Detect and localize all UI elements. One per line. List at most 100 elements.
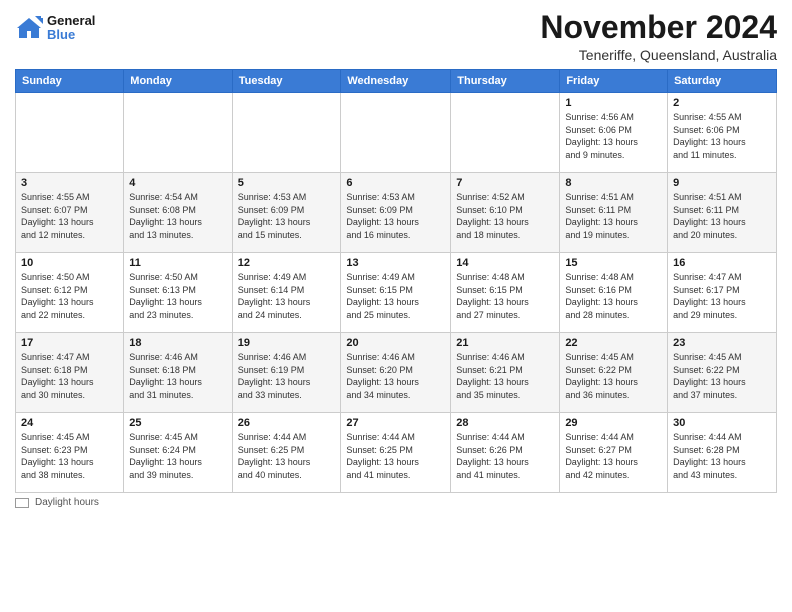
calendar-cell <box>232 93 341 173</box>
calendar-cell: 2Sunrise: 4:55 AM Sunset: 6:06 PM Daylig… <box>668 93 777 173</box>
calendar-cell: 19 Sunrise: 4:46 AM Sunset: 6:19 PM Dayli… <box>232 333 341 413</box>
calendar-cell: 29Sunrise: 4:44 AM Sunset: 6:27 PM Dayli… <box>560 413 668 493</box>
calendar-cell: 9 Sunrise: 4:51 AM Sunset: 6:11 PM Daylig… <box>668 173 777 253</box>
calendar-cell: 24 Sunrise: 4:45 AM Sunset: 6:23 PM Dayli… <box>16 413 124 493</box>
day-info: Sunrise: 4:54 AM Sunset: 6:08 PM Dayligh… <box>129 191 226 241</box>
col-friday: Friday <box>560 70 668 93</box>
col-sunday: Sunday <box>16 70 124 93</box>
logo-line2: Blue <box>47 27 75 42</box>
calendar-cell: 12Sunrise: 4:49 AM Sunset: 6:14 PM Dayli… <box>232 253 341 333</box>
day-number: 12 <box>238 257 336 269</box>
day-number: 7 <box>456 177 554 189</box>
col-tuesday: Tuesday <box>232 70 341 93</box>
day-number: 1 <box>565 97 662 109</box>
calendar-cell <box>124 93 232 173</box>
day-info: Sunrise: 4:55 AM Sunset: 6:07 PM Dayligh… <box>21 191 118 241</box>
col-thursday: Thursday <box>451 70 560 93</box>
day-info: Sunrise: 4:49 AM Sunset: 6:15 PM Dayligh… <box>346 271 445 321</box>
day-info: Sunrise: 4:44 AM Sunset: 6:25 PM Dayligh… <box>346 431 445 481</box>
calendar-cell: 4 Sunrise: 4:54 AM Sunset: 6:08 PM Daylig… <box>124 173 232 253</box>
day-info: Sunrise: 4:51 AM Sunset: 6:11 PM Dayligh… <box>673 191 771 241</box>
subtitle: Teneriffe, Queensland, Australia <box>540 47 777 63</box>
calendar-table: Sunday Monday Tuesday Wednesday Thursday… <box>15 69 777 493</box>
calendar-cell: 23Sunrise: 4:45 AM Sunset: 6:22 PM Dayli… <box>668 333 777 413</box>
day-info: Sunrise: 4:55 AM Sunset: 6:06 PM Dayligh… <box>673 111 771 161</box>
calendar-week-1: 1 Sunrise: 4:56 AM Sunset: 6:06 PM Daylig… <box>16 93 777 173</box>
calendar-cell: 15Sunrise: 4:48 AM Sunset: 6:16 PM Dayli… <box>560 253 668 333</box>
header: General Blue November 2024 Teneriffe, Qu… <box>15 10 777 63</box>
day-number: 23 <box>673 337 771 349</box>
day-number: 20 <box>346 337 445 349</box>
calendar-week-5: 24 Sunrise: 4:45 AM Sunset: 6:23 PM Dayli… <box>16 413 777 493</box>
day-info: Sunrise: 4:44 AM Sunset: 6:25 PM Dayligh… <box>238 431 336 481</box>
day-info: Sunrise: 4:56 AM Sunset: 6:06 PM Dayligh… <box>565 111 662 161</box>
day-info: Sunrise: 4:45 AM Sunset: 6:23 PM Dayligh… <box>21 431 118 481</box>
title-section: November 2024 Teneriffe, Queensland, Aus… <box>540 10 777 63</box>
calendar-cell: 6Sunrise: 4:53 AM Sunset: 6:09 PM Daylig… <box>341 173 451 253</box>
calendar-week-2: 3 Sunrise: 4:55 AM Sunset: 6:07 PM Daylig… <box>16 173 777 253</box>
calendar-cell: 1 Sunrise: 4:56 AM Sunset: 6:06 PM Daylig… <box>560 93 668 173</box>
day-number: 13 <box>346 257 445 269</box>
day-number: 3 <box>21 177 118 189</box>
day-number: 4 <box>129 177 226 189</box>
day-number: 8 <box>565 177 662 189</box>
col-saturday: Saturday <box>668 70 777 93</box>
day-number: 26 <box>238 417 336 429</box>
calendar-cell: 3 Sunrise: 4:55 AM Sunset: 6:07 PM Daylig… <box>16 173 124 253</box>
day-info: Sunrise: 4:48 AM Sunset: 6:16 PM Dayligh… <box>565 271 662 321</box>
main-title: November 2024 <box>540 10 777 45</box>
day-info: Sunrise: 4:52 AM Sunset: 6:10 PM Dayligh… <box>456 191 554 241</box>
calendar-cell <box>451 93 560 173</box>
day-info: Sunrise: 4:51 AM Sunset: 6:11 PM Dayligh… <box>565 191 662 241</box>
day-number: 21 <box>456 337 554 349</box>
footer-box <box>15 498 29 508</box>
logo-text: General Blue <box>47 14 95 43</box>
day-number: 16 <box>673 257 771 269</box>
day-info: Sunrise: 4:46 AM Sunset: 6:21 PM Dayligh… <box>456 351 554 401</box>
day-number: 25 <box>129 417 226 429</box>
day-info: Sunrise: 4:45 AM Sunset: 6:24 PM Dayligh… <box>129 431 226 481</box>
calendar-cell: 26 Sunrise: 4:44 AM Sunset: 6:25 PM Dayli… <box>232 413 341 493</box>
logo-icon <box>15 14 43 42</box>
footer-label: Daylight hours <box>35 497 99 508</box>
day-number: 14 <box>456 257 554 269</box>
calendar-week-4: 17Sunrise: 4:47 AM Sunset: 6:18 PM Dayli… <box>16 333 777 413</box>
calendar-cell: 22Sunrise: 4:45 AM Sunset: 6:22 PM Dayli… <box>560 333 668 413</box>
calendar-cell: 28Sunrise: 4:44 AM Sunset: 6:26 PM Dayli… <box>451 413 560 493</box>
calendar-cell: 27Sunrise: 4:44 AM Sunset: 6:25 PM Dayli… <box>341 413 451 493</box>
day-info: Sunrise: 4:46 AM Sunset: 6:19 PM Dayligh… <box>238 351 336 401</box>
day-number: 28 <box>456 417 554 429</box>
calendar-cell: 5 Sunrise: 4:53 AM Sunset: 6:09 PM Daylig… <box>232 173 341 253</box>
calendar-cell: 20 Sunrise: 4:46 AM Sunset: 6:20 PM Dayli… <box>341 333 451 413</box>
col-monday: Monday <box>124 70 232 93</box>
day-number: 18 <box>129 337 226 349</box>
day-info: Sunrise: 4:47 AM Sunset: 6:17 PM Dayligh… <box>673 271 771 321</box>
day-info: Sunrise: 4:46 AM Sunset: 6:20 PM Dayligh… <box>346 351 445 401</box>
logo-line1: General <box>47 13 95 28</box>
col-wednesday: Wednesday <box>341 70 451 93</box>
day-info: Sunrise: 4:53 AM Sunset: 6:09 PM Dayligh… <box>238 191 336 241</box>
day-number: 19 <box>238 337 336 349</box>
day-number: 5 <box>238 177 336 189</box>
day-info: Sunrise: 4:44 AM Sunset: 6:27 PM Dayligh… <box>565 431 662 481</box>
calendar-cell: 16 Sunrise: 4:47 AM Sunset: 6:17 PM Dayli… <box>668 253 777 333</box>
day-number: 10 <box>21 257 118 269</box>
calendar-cell <box>341 93 451 173</box>
calendar-cell: 14 Sunrise: 4:48 AM Sunset: 6:15 PM Dayli… <box>451 253 560 333</box>
day-number: 24 <box>21 417 118 429</box>
footer: Daylight hours <box>15 497 777 508</box>
day-number: 9 <box>673 177 771 189</box>
day-info: Sunrise: 4:48 AM Sunset: 6:15 PM Dayligh… <box>456 271 554 321</box>
logo: General Blue <box>15 14 95 43</box>
day-info: Sunrise: 4:50 AM Sunset: 6:13 PM Dayligh… <box>129 271 226 321</box>
calendar-cell: 25 Sunrise: 4:45 AM Sunset: 6:24 PM Dayli… <box>124 413 232 493</box>
calendar-cell: 11 Sunrise: 4:50 AM Sunset: 6:13 PM Dayli… <box>124 253 232 333</box>
day-info: Sunrise: 4:53 AM Sunset: 6:09 PM Dayligh… <box>346 191 445 241</box>
day-info: Sunrise: 4:45 AM Sunset: 6:22 PM Dayligh… <box>565 351 662 401</box>
calendar-header-row: Sunday Monday Tuesday Wednesday Thursday… <box>16 70 777 93</box>
calendar-cell: 8 Sunrise: 4:51 AM Sunset: 6:11 PM Daylig… <box>560 173 668 253</box>
page-container: General Blue November 2024 Teneriffe, Qu… <box>0 0 792 513</box>
calendar-cell: 18Sunrise: 4:46 AM Sunset: 6:18 PM Dayli… <box>124 333 232 413</box>
calendar-cell: 17Sunrise: 4:47 AM Sunset: 6:18 PM Dayli… <box>16 333 124 413</box>
day-number: 11 <box>129 257 226 269</box>
